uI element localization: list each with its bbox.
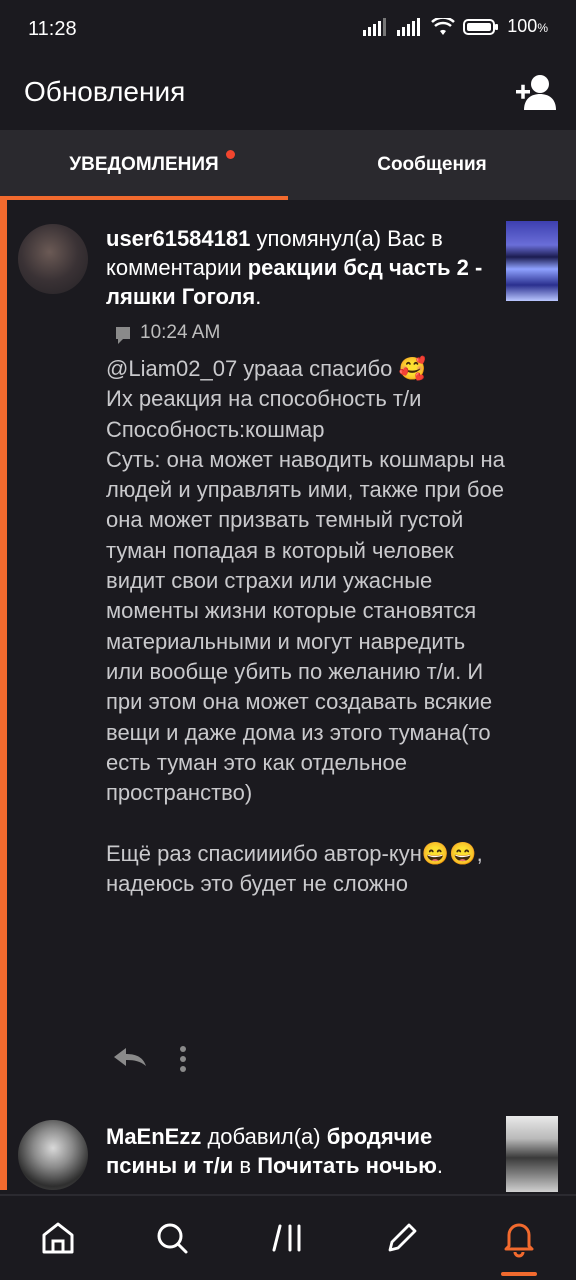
page-title: Обновления — [24, 76, 186, 107]
notification-title[interactable]: user61584181 упомянул(а) Вас в комментар… — [106, 224, 486, 311]
app-header: Обновления — [0, 58, 576, 130]
wifi-icon — [431, 17, 456, 35]
bottom-navigation — [0, 1196, 576, 1280]
add-user-button[interactable] — [514, 72, 558, 112]
reading-list-link[interactable]: Почитать ночью — [257, 1153, 437, 1178]
nav-search[interactable] — [152, 1218, 192, 1258]
username-link[interactable]: user61584181 — [106, 226, 250, 251]
tab-messages[interactable]: Сообщения — [288, 130, 576, 200]
active-tab-indicator — [0, 196, 288, 200]
comment-text: @Liam02_07 урааа спасибо 🥰 Их реакция на… — [106, 356, 505, 897]
notification-title[interactable]: MaEnEzz добавил(а) бродячие псины и т/и … — [106, 1122, 496, 1180]
signal-icon — [397, 17, 421, 36]
battery-percent: 100% — [507, 16, 548, 36]
avatar[interactable] — [18, 1120, 88, 1190]
avatar[interactable] — [18, 224, 88, 294]
status-icons: 100% — [363, 16, 548, 37]
status-bar: 11:28 100% — [0, 0, 576, 58]
active-nav-indicator — [501, 1272, 537, 1276]
more-options-button[interactable] — [176, 1044, 190, 1074]
notification-time: 10:24 AM — [140, 322, 221, 343]
unread-dot — [226, 150, 235, 159]
story-thumbnail[interactable] — [506, 1116, 558, 1192]
comment-icon — [116, 327, 130, 344]
story-thumbnail[interactable] — [506, 221, 558, 301]
reply-icon — [114, 1048, 146, 1066]
add-user-icon — [516, 75, 556, 110]
notification-time-row: 10:24 AM — [116, 322, 220, 344]
more-vertical-icon — [180, 1046, 186, 1072]
status-time: 11:28 — [28, 18, 77, 40]
battery-icon — [463, 18, 499, 35]
nav-notifications[interactable] — [499, 1218, 539, 1258]
tab-bar: УВЕДОМЛЕНИЯ Сообщения — [0, 130, 576, 200]
search-icon — [157, 1223, 188, 1254]
nav-library[interactable] — [268, 1218, 308, 1258]
home-icon — [42, 1222, 74, 1254]
username-link[interactable]: MaEnEzz — [106, 1124, 201, 1149]
tab-label: Сообщения — [377, 154, 487, 175]
pencil-icon — [388, 1223, 417, 1252]
library-icon — [272, 1224, 301, 1252]
nav-home[interactable] — [38, 1218, 78, 1258]
reply-button[interactable] — [112, 1044, 148, 1072]
signal-icon — [363, 17, 387, 36]
nav-write[interactable] — [382, 1218, 422, 1258]
tab-label: УВЕДОМЛЕНИЯ — [69, 154, 219, 175]
tab-notifications[interactable]: УВЕДОМЛЕНИЯ — [0, 130, 288, 200]
unread-indicator-bar — [0, 200, 7, 1190]
bell-icon — [504, 1223, 534, 1258]
